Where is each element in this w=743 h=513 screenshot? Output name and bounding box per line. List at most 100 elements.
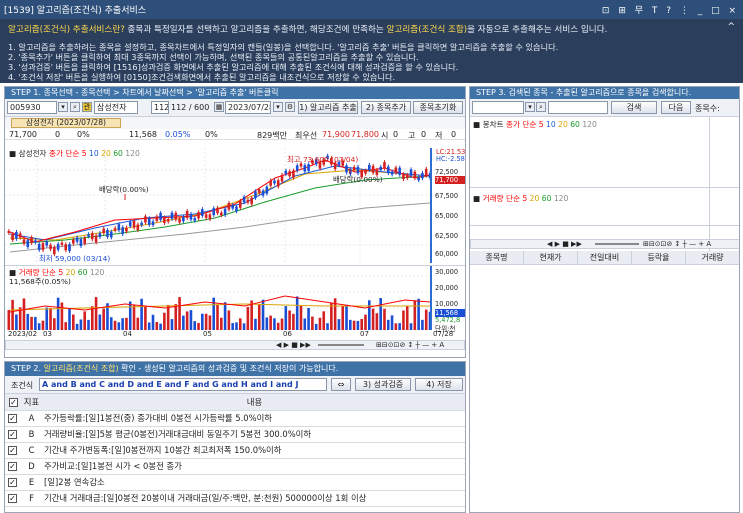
extract-algorithm-button[interactable]: 1) 알고리즘 추출	[298, 101, 358, 114]
row-text: [일]2봉 연속감소	[41, 474, 465, 491]
x-tick-end: 07/28	[433, 330, 454, 338]
volume-legend-ma20: 20	[65, 268, 76, 277]
header-index: 지표	[19, 394, 41, 411]
add-stock-button[interactable]: 2) 종목추가	[361, 101, 411, 114]
result-search-icon[interactable]: ⌕	[536, 102, 546, 112]
result-dropdown-icon[interactable]: ▾	[525, 102, 535, 112]
price-chart[interactable]: ■ 삼성전자 종가 단순 5 10 20 60 120 최고 73,600 (0…	[5, 148, 465, 263]
code-dropdown-icon[interactable]: ▾	[58, 102, 68, 112]
volume-tick-30000: 30,000	[435, 268, 459, 276]
col-current-price[interactable]: 현재가	[524, 251, 578, 265]
verify-performance-button[interactable]: 3) 성과검증	[355, 378, 411, 391]
result-stock-input[interactable]	[472, 101, 524, 114]
header-check[interactable]: ✓	[5, 394, 19, 411]
volume-legend-ma60: 60	[77, 268, 88, 277]
row-checkbox[interactable]: ✓	[5, 474, 19, 491]
swap-button[interactable]: ⇔	[331, 378, 351, 391]
y-tick-60000: 60,000	[435, 250, 459, 258]
stock-code-input[interactable]: 005930	[7, 101, 57, 114]
condition-label: 조건식	[11, 381, 34, 390]
current-price-tag: 71,700	[435, 176, 465, 184]
step2-panel: STEP 2. 알고리즘(조건식 조합) 확인 - 생성된 알고리즘의 성과검증…	[4, 361, 466, 513]
candlesticks	[7, 153, 432, 257]
quote-amount: 829백만	[257, 131, 287, 140]
row-id: B	[19, 426, 41, 443]
legend-ma120: 120	[125, 149, 140, 158]
chart-scrollbar[interactable]: ◀ ▶ ■ ▶▶ ⊞⊟⊙⊡⊘ ↕ ┼ — + A	[5, 340, 465, 350]
info-heading-question: 알고리즘(조건식) 추출서비스란?	[8, 25, 125, 35]
condition-row[interactable]: ✓ F 기간내 거래대금:[일]0봉전 20봉이내 거래대금(일/주:백만, 분:천…	[5, 490, 465, 507]
volume-chart[interactable]: ■ 거래량 단순 5 20 60 120 11,568주(0.05%) 30,0…	[5, 265, 465, 333]
zoom-slider[interactable]	[318, 344, 364, 346]
row-text: 기간내 거래대금:[일]0봉전 20봉이내 거래대금(일/주:백만, 분:천원)…	[41, 490, 465, 507]
col-change-rate[interactable]: 등락율	[632, 251, 686, 265]
step1-header: STEP 1. 종목선택 - 종목선택 > 차트에서 날짜선택 > '알고리즘 …	[5, 87, 465, 99]
row-checkbox[interactable]: ✓	[5, 458, 19, 475]
condition-row[interactable]: ✓ B 거래량비율:[일]5봉 평균(0봉전)거래대금대비 동일주기 5봉전 300…	[5, 426, 465, 443]
collapse-info-button[interactable]: ^	[727, 22, 735, 32]
row-checkbox[interactable]: ✓	[5, 490, 19, 507]
x-axis: 2023/02 03 04 05 06 07 07/28	[5, 330, 465, 339]
favorite-icon[interactable]: 관	[82, 102, 92, 112]
result-zoom-slider[interactable]	[595, 243, 639, 245]
row-text: 기간내 주가변동폭:[일]0봉전까지 10봉간 최고최저폭 150.0%이하	[41, 442, 465, 459]
quote-ask: 71,900	[322, 130, 350, 139]
row-checkbox[interactable]: ✓	[5, 442, 19, 459]
search-icon[interactable]: ⌕	[70, 102, 80, 112]
x-tick-mar: 03	[43, 330, 52, 338]
col-change[interactable]: 전일대비	[578, 251, 632, 265]
selected-stocks-bar: 삼성전자 (2023/07/28)	[5, 117, 465, 129]
search-button[interactable]: 검색	[611, 101, 657, 114]
result-chart-scrollbar[interactable]: ◀ ▶ ■ ▶▶ ⊞⊟⊙⊡⊘ ↕ ┼ — + A	[470, 239, 739, 249]
result-volume-ma60: 60	[541, 194, 552, 203]
y-tick-62500: 62,500	[435, 232, 459, 240]
window-controls[interactable]: ⊡ ⊞ 무 T ? ⋮ _ □ ×	[602, 3, 739, 16]
y-tick-72500: 72,500	[435, 168, 459, 176]
col-stock-name[interactable]: 종목명	[470, 251, 524, 265]
save-condition-button[interactable]: 4) 저장	[415, 378, 463, 391]
result-chart-divider	[470, 187, 739, 188]
row-checkbox[interactable]: ✓	[5, 426, 19, 443]
date-picker-icon[interactable]: ▾	[273, 102, 283, 112]
chart-tool-icons[interactable]: ⊞⊟⊙⊡⊘ ↕ ┼ — + A	[376, 341, 444, 349]
legend-stock-name: 삼성전자	[18, 149, 47, 158]
step1-panel: STEP 1. 종목선택 - 종목선택 > 차트에서 날짜선택 > '알고리즘 …	[4, 86, 466, 358]
step1-toolbar: 005930 ▾ ⌕ 관 삼성전자 112 112 / 600 ▦ 2023/0…	[5, 99, 465, 117]
condition-row[interactable]: ✓ A 주가등락률:[일]1봉전(중) 종가대비 0봉전 시가등락률 5.0%이하	[5, 410, 465, 427]
quote-change: 0	[55, 130, 61, 139]
step2-title-highlight: 알고리즘(조건식 조합)	[43, 364, 119, 373]
date-input[interactable]: 2023/07/28	[225, 101, 271, 114]
reset-stocks-button[interactable]: 종목초기화	[413, 101, 463, 114]
next-button[interactable]: 다음	[661, 101, 691, 114]
info-heading-highlight: 알고리즘(조건식 조합)	[386, 25, 468, 35]
step3-header: STEP 3. 검색된 종목 - 추출된 알고리즘으로 종목을 검색합니다.	[470, 87, 739, 99]
info-line-4: 4. '조건식 저장' 버튼을 실행하여 [0150]조건검색화면에서 추출된 …	[8, 72, 396, 82]
row-text: 주가등락률:[일]1봉전(중) 종가대비 0봉전 시가등락률 5.0%이하	[41, 410, 465, 427]
y-tick-65000: 65,000	[435, 212, 459, 220]
settings-icon[interactable]: ⚙	[285, 102, 295, 112]
row-id: E	[19, 474, 41, 491]
result-tool-icons[interactable]: ⊞⊟⊙⊡⊘ ↕ ┼ — + A	[643, 240, 711, 248]
volume-tick-10000: 10,000	[435, 300, 459, 308]
step2-title-post: 확인 - 생성된 알고리즘의 성과검증 및 조건식 저장이 가능합니다.	[118, 364, 339, 373]
calendar-icon[interactable]: ▦	[214, 102, 224, 112]
label-hc: HC:-2.58	[436, 155, 465, 163]
result-nav-buttons[interactable]: ◀ ▶ ■ ▶▶	[547, 240, 582, 248]
volume-legend-ma5: 5	[58, 268, 64, 277]
chart-nav-buttons[interactable]: ◀ ▶ ■ ▶▶	[276, 341, 311, 349]
y-tick-67500: 67,500	[435, 192, 459, 200]
result-volume-ma120: 120	[553, 194, 569, 203]
result-volume-type: 거래량 단순	[482, 194, 520, 203]
condition-expression[interactable]: A and B and C and D and E and F and G an…	[39, 378, 327, 391]
condition-row[interactable]: ✓ D 주가비교:[일]1봉전 시가 < 0봉전 종가	[5, 458, 465, 475]
condition-row[interactable]: ✓ E [일]2봉 연속감소	[5, 474, 465, 491]
volume-bars	[7, 296, 432, 330]
row-checkbox[interactable]: ✓	[5, 410, 19, 427]
selected-stock-tag[interactable]: 삼성전자 (2023/07/28)	[11, 118, 121, 128]
price-chart-svg[interactable]	[5, 148, 465, 263]
step3-panel: STEP 3. 검색된 종목 - 추출된 알고리즘으로 종목을 검색합니다. ▾…	[469, 86, 740, 513]
candle-count-input[interactable]: 112	[151, 101, 169, 114]
condition-row[interactable]: ✓ C 기간내 주가변동폭:[일]0봉전까지 10봉간 최고최저폭 150.0%이하	[5, 442, 465, 459]
col-volume[interactable]: 거래량	[686, 251, 739, 265]
annotation-low: 최저 59,000 (03/14)	[39, 254, 111, 263]
